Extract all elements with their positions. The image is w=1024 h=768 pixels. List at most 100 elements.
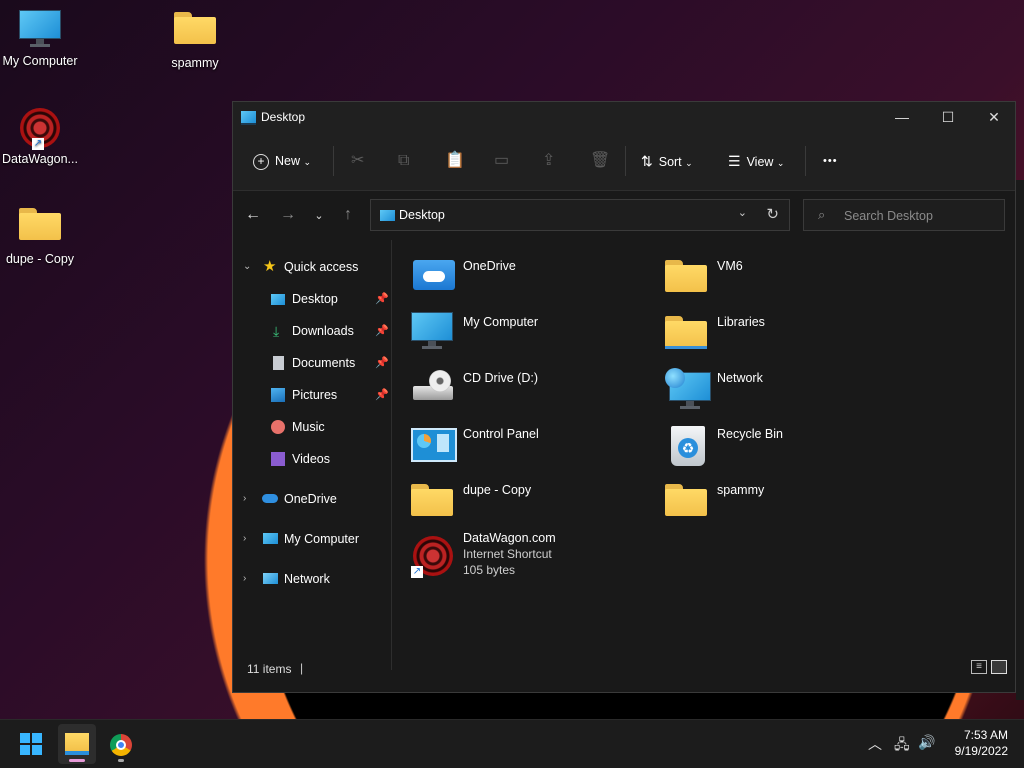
- star-icon: ★: [263, 258, 277, 275]
- start-button[interactable]: [20, 733, 42, 755]
- datawagon-shortcut-icon: ↗: [18, 108, 62, 150]
- pin-icon[interactable]: 📌: [375, 288, 389, 310]
- address-bar[interactable]: Desktop ⌄ ↻: [370, 199, 790, 231]
- folder-icon: [665, 480, 711, 520]
- tiles-view-icon[interactable]: [991, 660, 1007, 674]
- clock-date: 9/19/2022: [954, 744, 1008, 758]
- file-item-label: Control Panel: [463, 427, 539, 441]
- file-item-label: Recycle Bin: [717, 427, 783, 441]
- up-arrow-icon[interactable]: ↑: [338, 206, 358, 224]
- address-dropdown-chevron-icon[interactable]: ⌄: [738, 206, 747, 219]
- file-item-network[interactable]: Network: [647, 362, 887, 412]
- desktop-icon-datawagon[interactable]: ↗ DataWagon...: [0, 108, 80, 166]
- file-item-my-computer[interactable]: My Computer: [393, 306, 633, 356]
- share-icon[interactable]: ⇪: [542, 149, 555, 173]
- more-options-button[interactable]: •••: [823, 149, 838, 173]
- delete-icon[interactable]: 🗑: [590, 149, 610, 173]
- file-item-datawagon[interactable]: ↗ DataWagon.com Internet Shortcut 105 by…: [393, 530, 633, 586]
- file-item-onedrive[interactable]: OneDrive: [393, 250, 633, 300]
- desktop-icon-label: DataWagon...: [2, 152, 78, 166]
- chevron-down-icon: ⌄: [243, 261, 252, 272]
- file-item-type: Internet Shortcut: [463, 547, 552, 561]
- file-item-label: DataWagon.com: [463, 531, 556, 545]
- folder-icon: [665, 256, 711, 296]
- folder-icon: [65, 733, 89, 755]
- sidebar-item-desktop[interactable]: Desktop 📌: [271, 288, 391, 310]
- address-path: Desktop: [399, 208, 445, 222]
- sidebar-item-label: OneDrive: [284, 492, 337, 506]
- sort-button-label: Sort: [658, 155, 682, 169]
- desktop-icon-my-computer[interactable]: My Computer: [0, 10, 80, 68]
- cloud-icon: [262, 494, 278, 503]
- file-item-dupe-copy[interactable]: dupe - Copy: [393, 474, 633, 524]
- show-hidden-icons-chevron-icon[interactable]: ︿: [868, 734, 882, 754]
- pin-icon[interactable]: 📌: [375, 352, 389, 374]
- file-item-label: CD Drive (D:): [463, 371, 538, 385]
- new-button[interactable]: + New ⌄: [253, 149, 311, 173]
- datawagon-shortcut-icon: ↗: [411, 536, 457, 578]
- taskbar-file-explorer[interactable]: [58, 724, 96, 764]
- title-bar[interactable]: Desktop — ☐ ✕: [233, 102, 1015, 132]
- sidebar-item-quick-access[interactable]: ⌄ ★ Quick access: [233, 256, 383, 278]
- network-status-icon[interactable]: 🖧: [894, 734, 910, 758]
- file-item-control-panel[interactable]: Control Panel: [393, 418, 633, 468]
- sidebar-item-music[interactable]: Music: [271, 416, 391, 438]
- maximize-button[interactable]: ☐: [925, 102, 971, 132]
- chevron-down-icon: ⌄: [303, 157, 312, 167]
- refresh-icon[interactable]: ↻: [766, 205, 779, 223]
- sidebar-item-pictures[interactable]: Pictures 📌: [271, 384, 391, 406]
- pin-icon[interactable]: 📌: [375, 384, 389, 406]
- sidebar-item-my-computer[interactable]: › My Computer: [233, 528, 383, 550]
- file-item-label: spammy: [717, 483, 765, 497]
- file-item-label: VM6: [717, 259, 743, 273]
- chevron-right-icon: ›: [243, 533, 247, 544]
- sidebar-item-downloads[interactable]: ⤓ Downloads 📌: [271, 320, 391, 342]
- recent-locations-chevron-icon[interactable]: ⌄: [309, 209, 329, 222]
- clock-time: 7:53 AM: [963, 728, 1008, 742]
- cd-drive-icon: [411, 368, 457, 408]
- pin-icon[interactable]: 📌: [375, 320, 389, 342]
- sidebar-item-network[interactable]: › Network: [233, 568, 383, 590]
- cut-icon[interactable]: ✂: [351, 149, 364, 173]
- network-icon: [665, 368, 711, 409]
- file-item-libraries[interactable]: Libraries: [647, 306, 887, 356]
- back-arrow-icon[interactable]: ←: [243, 206, 263, 224]
- taskbar: ︿ 🖧 🔊 7:53 AM 9/19/2022: [0, 719, 1024, 768]
- file-item-recycle-bin[interactable]: ♻ Recycle Bin: [647, 418, 887, 468]
- desktop-folder-icon: [241, 111, 256, 125]
- sidebar-item-label: Desktop: [292, 292, 338, 306]
- desktop-icon-label: dupe - Copy: [5, 252, 75, 266]
- sidebar-item-onedrive[interactable]: › OneDrive: [233, 488, 383, 510]
- copy-icon[interactable]: ⧉: [398, 149, 409, 173]
- desktop-icon-spammy[interactable]: spammy: [155, 12, 235, 70]
- file-item-vm6[interactable]: VM6: [647, 250, 887, 300]
- search-placeholder: Search Desktop: [844, 209, 933, 223]
- volume-icon[interactable]: 🔊: [918, 734, 935, 751]
- file-item-label: My Computer: [463, 315, 539, 329]
- minimize-button[interactable]: —: [879, 102, 925, 132]
- paste-icon[interactable]: 📋: [445, 149, 465, 173]
- sidebar-item-label: Network: [284, 572, 330, 586]
- file-item-spammy[interactable]: spammy: [647, 474, 887, 524]
- file-item-size: 105 bytes: [463, 563, 516, 577]
- folder-icon: [18, 208, 62, 248]
- sidebar-item-documents[interactable]: Documents 📌: [271, 352, 391, 374]
- command-bar: + New ⌄ ✂ ⧉ 📋 ▭ ⇪ 🗑 ⇅ Sort ⌄ ☰ View ⌄ •••: [233, 132, 1015, 191]
- status-divider: |: [300, 661, 304, 675]
- search-box[interactable]: ⌕ Search Desktop: [803, 199, 1005, 231]
- taskbar-chrome[interactable]: [108, 724, 134, 764]
- details-view-icon[interactable]: ≡: [971, 660, 987, 674]
- sort-button[interactable]: ⇅ Sort ⌄: [641, 149, 693, 173]
- sidebar-item-label: Downloads: [292, 324, 354, 338]
- close-button[interactable]: ✕: [971, 102, 1017, 132]
- folder-icon: [411, 480, 457, 520]
- view-button[interactable]: ☰ View ⌄: [728, 149, 784, 173]
- rename-icon[interactable]: ▭: [494, 149, 509, 173]
- forward-arrow-icon[interactable]: →: [278, 206, 298, 224]
- clock[interactable]: 7:53 AM 9/19/2022: [946, 727, 1008, 759]
- file-explorer-window[interactable]: Desktop — ☐ ✕ + New ⌄ ✂ ⧉ 📋 ▭ ⇪ 🗑 ⇅ Sort ⌄…: [232, 101, 1016, 693]
- desktop-icon-dupe-copy[interactable]: dupe - Copy: [0, 208, 80, 266]
- sidebar-item-videos[interactable]: Videos: [271, 448, 391, 470]
- file-item-cd-drive[interactable]: CD Drive (D:): [393, 362, 633, 412]
- monitor-icon: [263, 533, 278, 544]
